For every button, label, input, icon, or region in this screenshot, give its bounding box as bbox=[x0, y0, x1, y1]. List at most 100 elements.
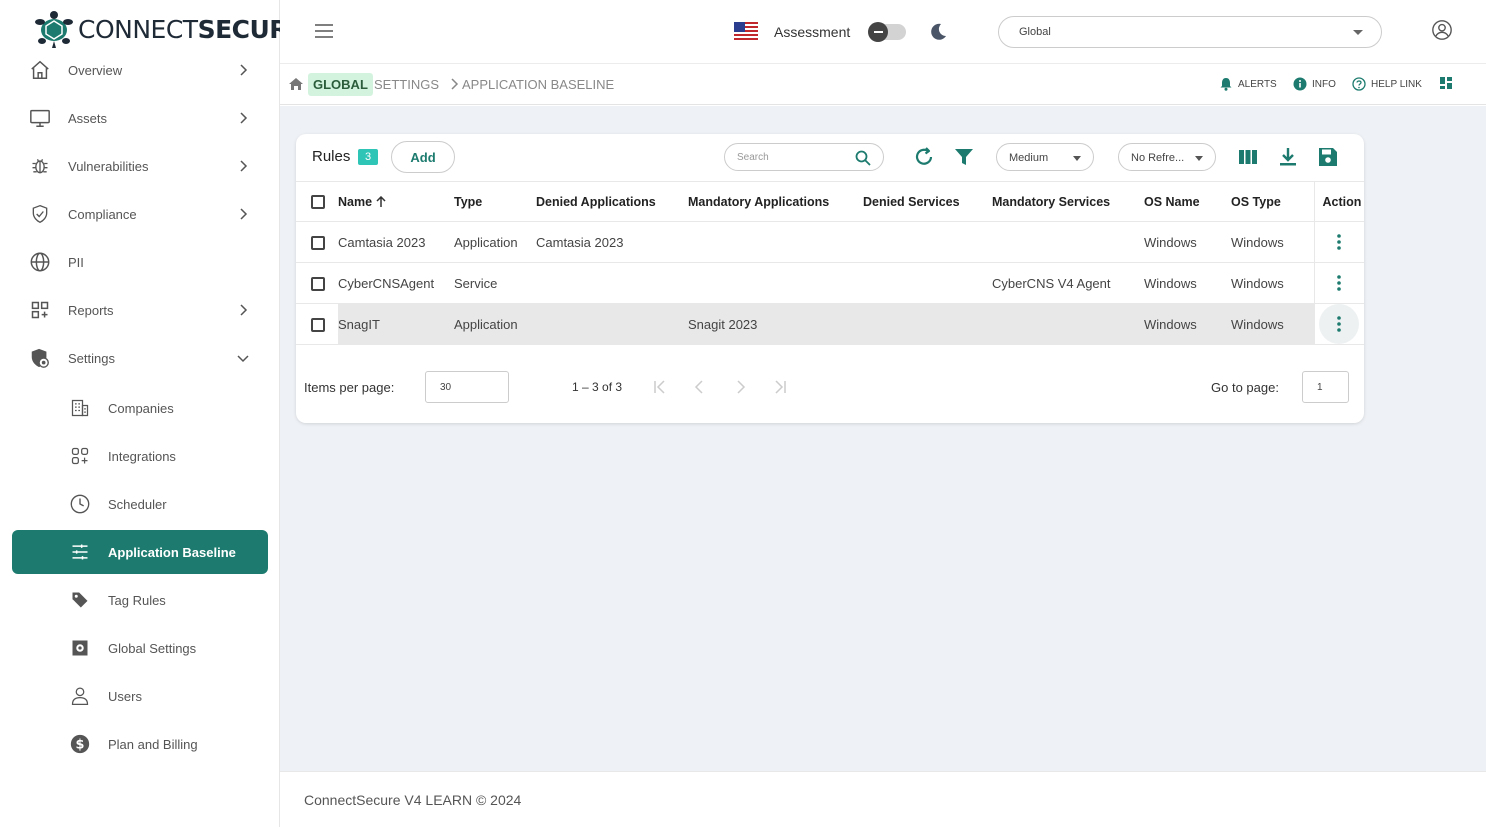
sidebar-item-pii[interactable]: PII bbox=[12, 240, 268, 284]
cell-name: SnagIT bbox=[338, 303, 454, 345]
sidebar: CONNECTSECURE Overview Assets Vulnerabil… bbox=[0, 0, 305, 827]
cell-os-name: Windows bbox=[1144, 303, 1231, 345]
dashboard-grid-icon[interactable] bbox=[1440, 77, 1452, 89]
sidebar-item-global-settings[interactable]: Global Settings bbox=[12, 626, 268, 670]
save-icon[interactable] bbox=[1317, 146, 1339, 168]
company-select[interactable]: Global bbox=[998, 16, 1382, 48]
sidebar-item-settings[interactable]: Settings bbox=[12, 336, 268, 380]
sidebar-item-label: Application Baseline bbox=[108, 544, 236, 560]
dark-mode-moon-icon[interactable] bbox=[928, 22, 948, 42]
paginator: Items per page: 30 1 – 3 of 3 Go to page… bbox=[296, 370, 1364, 406]
next-page-icon[interactable] bbox=[732, 379, 748, 395]
us-flag-icon[interactable] bbox=[734, 22, 758, 40]
row-checkbox[interactable] bbox=[311, 235, 325, 250]
cell-denied-services bbox=[863, 262, 992, 304]
items-per-page-input[interactable]: 30 bbox=[425, 371, 509, 403]
severity-select[interactable]: Medium bbox=[996, 143, 1094, 171]
first-page-icon[interactable] bbox=[652, 379, 668, 395]
hamburger-menu-icon[interactable] bbox=[314, 22, 334, 40]
logo[interactable]: CONNECTSECURE bbox=[32, 8, 305, 50]
reports-grid-icon bbox=[28, 298, 52, 322]
search-icon bbox=[855, 150, 871, 166]
sidebar-item-plan-and-billing[interactable]: $ Plan and Billing bbox=[12, 722, 268, 766]
sidebar-item-label: Integrations bbox=[108, 448, 176, 464]
column-header-name[interactable]: Name bbox=[338, 181, 454, 222]
refresh-interval-select[interactable]: No Refre... bbox=[1118, 143, 1216, 171]
columns-icon[interactable] bbox=[1237, 146, 1259, 168]
cell-type: Application bbox=[454, 221, 536, 263]
search-input[interactable]: Search bbox=[724, 143, 884, 171]
sidebar-item-label: Plan and Billing bbox=[108, 736, 198, 752]
download-icon[interactable] bbox=[1277, 146, 1299, 168]
svg-text:$: $ bbox=[76, 738, 85, 753]
table-row[interactable]: Camtasia 2023 Application Camtasia 2023 … bbox=[296, 221, 1364, 263]
sidebar-item-reports[interactable]: Reports bbox=[12, 288, 268, 332]
rules-count-badge: 3 bbox=[358, 149, 379, 165]
row-checkbox[interactable] bbox=[311, 276, 325, 291]
sidebar-item-label: Vulnerabilities bbox=[68, 158, 149, 174]
breadcrumb-global[interactable]: GLOBAL bbox=[308, 73, 373, 96]
sidebar-item-assets[interactable]: Assets bbox=[12, 96, 268, 140]
sidebar-item-label: Users bbox=[108, 688, 142, 704]
sidebar-item-integrations[interactable]: Integrations bbox=[12, 434, 268, 478]
sidebar-item-users[interactable]: Users bbox=[12, 674, 268, 718]
goto-page-label: Go to page: bbox=[1211, 380, 1279, 395]
column-header-os-name[interactable]: OS Name bbox=[1144, 181, 1231, 222]
chevron-right-icon bbox=[240, 304, 248, 316]
cell-type: Application bbox=[454, 303, 536, 345]
severity-select-value: Medium bbox=[1009, 152, 1049, 164]
info-link[interactable]: INFO bbox=[1293, 77, 1336, 91]
home-icon bbox=[28, 58, 52, 82]
home-icon[interactable] bbox=[288, 77, 304, 91]
sidebar-item-overview[interactable]: Overview bbox=[12, 48, 268, 92]
sidebar-item-companies[interactable]: Companies bbox=[12, 386, 268, 430]
sidebar-item-application-baseline[interactable]: Application Baseline bbox=[12, 530, 268, 574]
filter-icon[interactable] bbox=[953, 146, 975, 168]
sidebar-item-vulnerabilities[interactable]: Vulnerabilities bbox=[12, 144, 268, 188]
cell-mandatory-applications bbox=[688, 221, 863, 263]
add-button[interactable]: Add bbox=[391, 141, 455, 173]
sidebar-item-label: Settings bbox=[68, 350, 115, 366]
cell-os-name: Windows bbox=[1144, 221, 1231, 263]
brand-name: CONNECTSECURE bbox=[78, 14, 305, 44]
row-actions-kebab-icon[interactable] bbox=[1325, 228, 1353, 256]
monitor-icon bbox=[28, 106, 52, 130]
chevron-right-icon bbox=[240, 64, 248, 76]
column-header-mandatory-applications[interactable]: Mandatory Applications bbox=[688, 181, 863, 222]
column-header-denied-applications[interactable]: Denied Applications bbox=[536, 181, 688, 222]
help-link[interactable]: HELP LINK bbox=[1352, 77, 1422, 91]
column-header-os-type[interactable]: OS Type bbox=[1231, 181, 1314, 222]
chevron-right-icon bbox=[240, 208, 248, 220]
breadcrumb-settings[interactable]: SETTINGS bbox=[374, 77, 439, 92]
sidebar-item-compliance[interactable]: Compliance bbox=[12, 192, 268, 236]
assessment-toggle[interactable] bbox=[868, 22, 906, 42]
column-header-type[interactable]: Type bbox=[454, 181, 536, 222]
info-icon bbox=[1293, 77, 1307, 91]
alerts-link[interactable]: ALERTS bbox=[1219, 77, 1277, 91]
last-page-icon[interactable] bbox=[772, 379, 788, 395]
main-content: Rules 3 Add Search Medium No Refre... Na… bbox=[280, 106, 1486, 771]
cell-os-type: Windows bbox=[1231, 303, 1314, 345]
row-actions-kebab-icon[interactable] bbox=[1319, 304, 1360, 344]
previous-page-icon[interactable] bbox=[692, 379, 708, 395]
table-row[interactable]: SnagIT Application Snagit 2023 Windows W… bbox=[296, 303, 1364, 345]
goto-page-input[interactable]: 1 bbox=[1302, 371, 1349, 403]
sidebar-item-tag-rules[interactable]: Tag Rules bbox=[12, 578, 268, 622]
refresh-icon[interactable] bbox=[913, 146, 935, 168]
clock-icon bbox=[68, 492, 92, 516]
row-actions-kebab-icon[interactable] bbox=[1325, 269, 1353, 297]
cell-os-name: Windows bbox=[1144, 262, 1231, 304]
cell-denied-applications bbox=[536, 303, 688, 345]
select-all-checkbox[interactable] bbox=[311, 194, 325, 209]
footer: ConnectSecure V4 LEARN © 2024 bbox=[280, 771, 1486, 827]
column-header-mandatory-services[interactable]: Mandatory Services bbox=[992, 181, 1144, 222]
table-row[interactable]: CyberCNSAgent Service CyberCNS V4 Agent … bbox=[296, 262, 1364, 304]
account-circle-icon[interactable] bbox=[1431, 19, 1453, 41]
cell-os-type: Windows bbox=[1231, 221, 1314, 263]
breadcrumb-current: APPLICATION BASELINE bbox=[462, 77, 615, 92]
globe-icon bbox=[28, 250, 52, 274]
cell-mandatory-applications bbox=[688, 262, 863, 304]
row-checkbox[interactable] bbox=[311, 317, 325, 332]
column-header-denied-services[interactable]: Denied Services bbox=[863, 181, 992, 222]
sidebar-item-scheduler[interactable]: Scheduler bbox=[12, 482, 268, 526]
